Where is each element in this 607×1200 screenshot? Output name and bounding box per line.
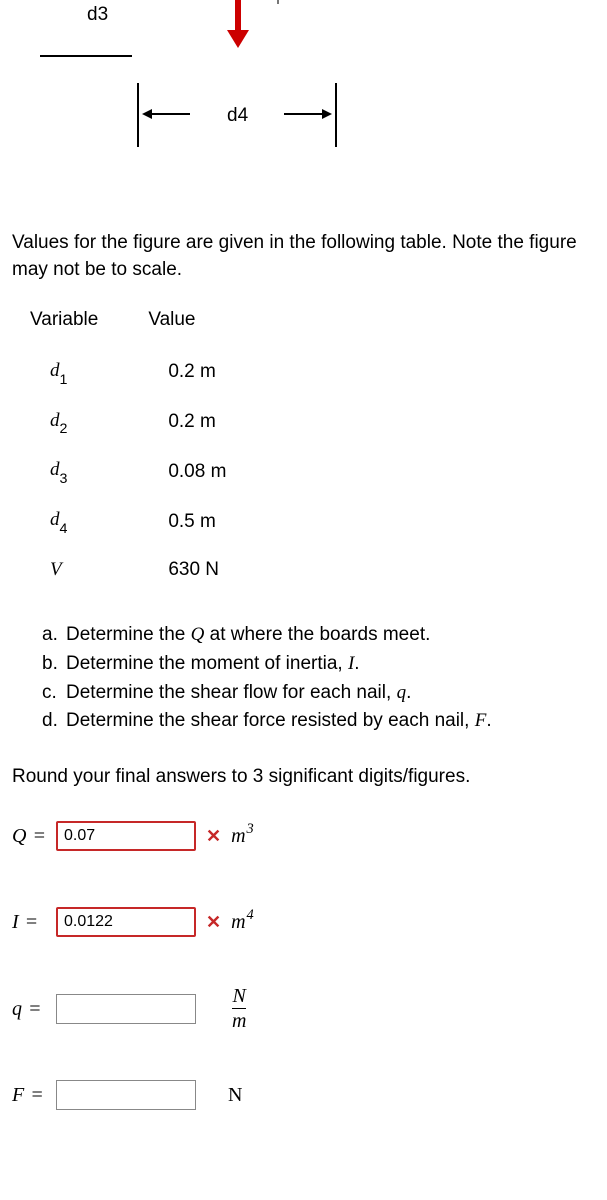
unit-Q: m3 [231,822,254,850]
wrong-icon: ✕ [206,824,221,849]
answer-label-q: q= [12,995,56,1023]
table-header-variable: Variable [20,301,138,348]
answer-label-I: I= [12,908,56,936]
intro-text: Values for the figure are given in the f… [12,230,595,283]
beam-outline [277,0,607,4]
answer-row-q: q= N m [12,986,595,1031]
answer-label-F: F= [12,1081,56,1109]
d3-label: d3 [87,2,108,29]
table-row: d4 0.5 m [20,497,266,547]
d4-dimension: d4 [137,65,337,165]
question-parts: a.Determine the Q at where the boards me… [12,621,595,735]
table-row: V 630 N [20,547,266,594]
answer-input-q[interactable] [56,994,196,1024]
d4-label: d4 [227,103,248,130]
variables-table: Variable Value d1 0.2 m d2 0.2 m d3 0.08… [20,301,266,593]
answer-input-F[interactable] [56,1080,196,1110]
d3-dimension-line [40,55,132,57]
table-row: d1 0.2 m [20,348,266,398]
answer-label-Q: Q= [12,822,56,850]
unit-q: N m [228,986,246,1031]
table-header-value: Value [138,301,266,348]
table-row: d2 0.2 m [20,398,266,448]
answer-row-F: F= N [12,1073,595,1117]
part-b: b.Determine the moment of inertia, I. [42,650,595,679]
figure-diagram: d3 d4 [12,0,595,200]
unit-I: m4 [231,908,254,936]
table-row: d3 0.08 m [20,447,266,497]
part-d: d.Determine the shear force resisted by … [42,707,595,736]
answer-row-I: I= ✕ m4 [12,900,595,944]
rounding-note: Round your final answers to 3 significan… [12,764,595,791]
force-arrow-shaft [235,0,241,34]
part-c: c.Determine the shear flow for each nail… [42,679,595,708]
part-a: a.Determine the Q at where the boards me… [42,621,595,650]
answer-input-Q[interactable] [56,821,196,851]
wrong-icon: ✕ [206,910,221,935]
force-arrow-head [227,30,249,48]
answer-input-I[interactable] [56,907,196,937]
unit-F: N [228,1081,242,1109]
answer-row-Q: Q= ✕ m3 [12,814,595,858]
